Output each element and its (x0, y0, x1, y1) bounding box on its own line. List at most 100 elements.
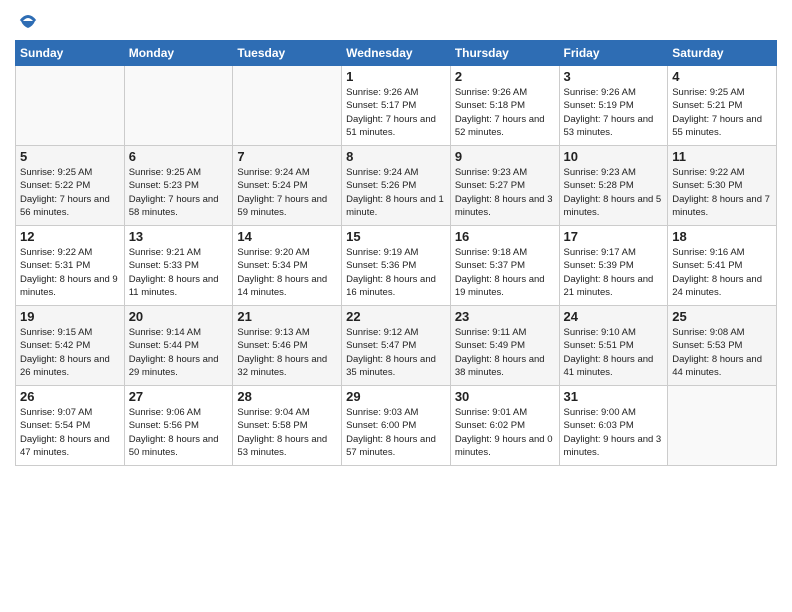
day-number: 17 (564, 229, 664, 244)
day-number: 14 (237, 229, 337, 244)
header (15, 10, 777, 32)
day-number: 16 (455, 229, 555, 244)
day-info: Sunrise: 9:08 AM Sunset: 5:53 PM Dayligh… (672, 326, 772, 379)
calendar-cell: 4 Sunrise: 9:25 AM Sunset: 5:21 PM Daylig… (668, 66, 777, 146)
day-info: Sunrise: 9:25 AM Sunset: 5:21 PM Dayligh… (672, 86, 772, 139)
day-number: 8 (346, 149, 446, 164)
calendar-cell: 21 Sunrise: 9:13 AM Sunset: 5:46 PM Dayli… (233, 306, 342, 386)
calendar-cell: 15Sunrise: 9:19 AM Sunset: 5:36 PM Dayli… (342, 226, 451, 306)
calendar-table: SundayMondayTuesdayWednesdayThursdayFrid… (15, 40, 777, 466)
day-header-friday: Friday (559, 41, 668, 66)
day-header-monday: Monday (124, 41, 233, 66)
calendar-cell: 8 Sunrise: 9:24 AM Sunset: 5:26 PM Daylig… (342, 146, 451, 226)
calendar-cell (668, 386, 777, 466)
day-info: Sunrise: 9:12 AM Sunset: 5:47 PM Dayligh… (346, 326, 446, 379)
day-info: Sunrise: 9:26 AM Sunset: 5:19 PM Dayligh… (564, 86, 664, 139)
calendar-cell: 7Sunrise: 9:24 AM Sunset: 5:24 PM Daylig… (233, 146, 342, 226)
day-header-thursday: Thursday (450, 41, 559, 66)
calendar-cell: 18Sunrise: 9:16 AM Sunset: 5:41 PM Dayli… (668, 226, 777, 306)
day-number: 30 (455, 389, 555, 404)
day-info: Sunrise: 9:23 AM Sunset: 5:28 PM Dayligh… (564, 166, 664, 219)
calendar-cell: 12 Sunrise: 9:22 AM Sunset: 5:31 PM Dayli… (16, 226, 125, 306)
day-info: Sunrise: 9:26 AM Sunset: 5:18 PM Dayligh… (455, 86, 555, 139)
day-header-wednesday: Wednesday (342, 41, 451, 66)
calendar-cell: 16 Sunrise: 9:18 AM Sunset: 5:37 PM Dayli… (450, 226, 559, 306)
week-row-4: 19 Sunrise: 9:15 AM Sunset: 5:42 PM Dayli… (16, 306, 777, 386)
day-info: Sunrise: 9:13 AM Sunset: 5:46 PM Dayligh… (237, 326, 337, 379)
calendar-header-row: SundayMondayTuesdayWednesdayThursdayFrid… (16, 41, 777, 66)
day-info: Sunrise: 9:18 AM Sunset: 5:37 PM Dayligh… (455, 246, 555, 299)
logo-icon (17, 10, 39, 32)
calendar-cell: 6 Sunrise: 9:25 AM Sunset: 5:23 PM Daylig… (124, 146, 233, 226)
calendar-cell: 23 Sunrise: 9:11 AM Sunset: 5:49 PM Dayli… (450, 306, 559, 386)
day-number: 29 (346, 389, 446, 404)
day-info: Sunrise: 9:17 AM Sunset: 5:39 PM Dayligh… (564, 246, 664, 299)
day-number: 18 (672, 229, 772, 244)
day-number: 1 (346, 69, 446, 84)
calendar-cell: 3 Sunrise: 9:26 AM Sunset: 5:19 PM Daylig… (559, 66, 668, 146)
day-info: Sunrise: 9:07 AM Sunset: 5:54 PM Dayligh… (20, 406, 120, 459)
calendar-cell (233, 66, 342, 146)
day-info: Sunrise: 9:14 AM Sunset: 5:44 PM Dayligh… (129, 326, 229, 379)
day-info: Sunrise: 9:03 AM Sunset: 6:00 PM Dayligh… (346, 406, 446, 459)
day-info: Sunrise: 9:22 AM Sunset: 5:30 PM Dayligh… (672, 166, 772, 219)
day-info: Sunrise: 9:20 AM Sunset: 5:34 PM Dayligh… (237, 246, 337, 299)
calendar-cell: 29 Sunrise: 9:03 AM Sunset: 6:00 PM Dayli… (342, 386, 451, 466)
day-number: 4 (672, 69, 772, 84)
calendar-cell: 27 Sunrise: 9:06 AM Sunset: 5:56 PM Dayli… (124, 386, 233, 466)
calendar-cell: 11 Sunrise: 9:22 AM Sunset: 5:30 PM Dayli… (668, 146, 777, 226)
day-info: Sunrise: 9:22 AM Sunset: 5:31 PM Dayligh… (20, 246, 120, 299)
day-info: Sunrise: 9:11 AM Sunset: 5:49 PM Dayligh… (455, 326, 555, 379)
day-number: 7 (237, 149, 337, 164)
day-info: Sunrise: 9:26 AM Sunset: 5:17 PM Dayligh… (346, 86, 446, 139)
calendar-cell: 9 Sunrise: 9:23 AM Sunset: 5:27 PM Daylig… (450, 146, 559, 226)
day-number: 31 (564, 389, 664, 404)
week-row-2: 5Sunrise: 9:25 AM Sunset: 5:22 PM Daylig… (16, 146, 777, 226)
day-number: 26 (20, 389, 120, 404)
day-number: 6 (129, 149, 229, 164)
day-header-saturday: Saturday (668, 41, 777, 66)
calendar-cell: 20 Sunrise: 9:14 AM Sunset: 5:44 PM Dayli… (124, 306, 233, 386)
day-number: 2 (455, 69, 555, 84)
day-info: Sunrise: 9:25 AM Sunset: 5:23 PM Dayligh… (129, 166, 229, 219)
day-info: Sunrise: 9:10 AM Sunset: 5:51 PM Dayligh… (564, 326, 664, 379)
day-info: Sunrise: 9:15 AM Sunset: 5:42 PM Dayligh… (20, 326, 120, 379)
calendar-cell: 17 Sunrise: 9:17 AM Sunset: 5:39 PM Dayli… (559, 226, 668, 306)
calendar-cell (124, 66, 233, 146)
day-info: Sunrise: 9:00 AM Sunset: 6:03 PM Dayligh… (564, 406, 664, 459)
calendar-cell: 19 Sunrise: 9:15 AM Sunset: 5:42 PM Dayli… (16, 306, 125, 386)
day-info: Sunrise: 9:01 AM Sunset: 6:02 PM Dayligh… (455, 406, 555, 459)
week-row-1: 1 Sunrise: 9:26 AM Sunset: 5:17 PM Daylig… (16, 66, 777, 146)
day-info: Sunrise: 9:23 AM Sunset: 5:27 PM Dayligh… (455, 166, 555, 219)
calendar-cell: 13Sunrise: 9:21 AM Sunset: 5:33 PM Dayli… (124, 226, 233, 306)
calendar-cell: 22 Sunrise: 9:12 AM Sunset: 5:47 PM Dayli… (342, 306, 451, 386)
day-number: 27 (129, 389, 229, 404)
day-number: 21 (237, 309, 337, 324)
calendar-cell: 28Sunrise: 9:04 AM Sunset: 5:58 PM Dayli… (233, 386, 342, 466)
day-header-sunday: Sunday (16, 41, 125, 66)
day-info: Sunrise: 9:04 AM Sunset: 5:58 PM Dayligh… (237, 406, 337, 459)
day-number: 15 (346, 229, 446, 244)
day-number: 23 (455, 309, 555, 324)
day-header-tuesday: Tuesday (233, 41, 342, 66)
page-container: SundayMondayTuesdayWednesdayThursdayFrid… (0, 0, 792, 476)
week-row-5: 26 Sunrise: 9:07 AM Sunset: 5:54 PM Dayli… (16, 386, 777, 466)
week-row-3: 12 Sunrise: 9:22 AM Sunset: 5:31 PM Dayli… (16, 226, 777, 306)
day-number: 12 (20, 229, 120, 244)
day-info: Sunrise: 9:24 AM Sunset: 5:26 PM Dayligh… (346, 166, 446, 219)
day-info: Sunrise: 9:21 AM Sunset: 5:33 PM Dayligh… (129, 246, 229, 299)
day-number: 19 (20, 309, 120, 324)
day-number: 5 (20, 149, 120, 164)
calendar-cell: 10 Sunrise: 9:23 AM Sunset: 5:28 PM Dayli… (559, 146, 668, 226)
calendar-cell: 31 Sunrise: 9:00 AM Sunset: 6:03 PM Dayli… (559, 386, 668, 466)
day-number: 10 (564, 149, 664, 164)
day-number: 22 (346, 309, 446, 324)
calendar-cell: 14 Sunrise: 9:20 AM Sunset: 5:34 PM Dayli… (233, 226, 342, 306)
day-info: Sunrise: 9:06 AM Sunset: 5:56 PM Dayligh… (129, 406, 229, 459)
day-number: 20 (129, 309, 229, 324)
day-number: 11 (672, 149, 772, 164)
day-number: 3 (564, 69, 664, 84)
calendar-cell (16, 66, 125, 146)
day-number: 24 (564, 309, 664, 324)
day-number: 9 (455, 149, 555, 164)
